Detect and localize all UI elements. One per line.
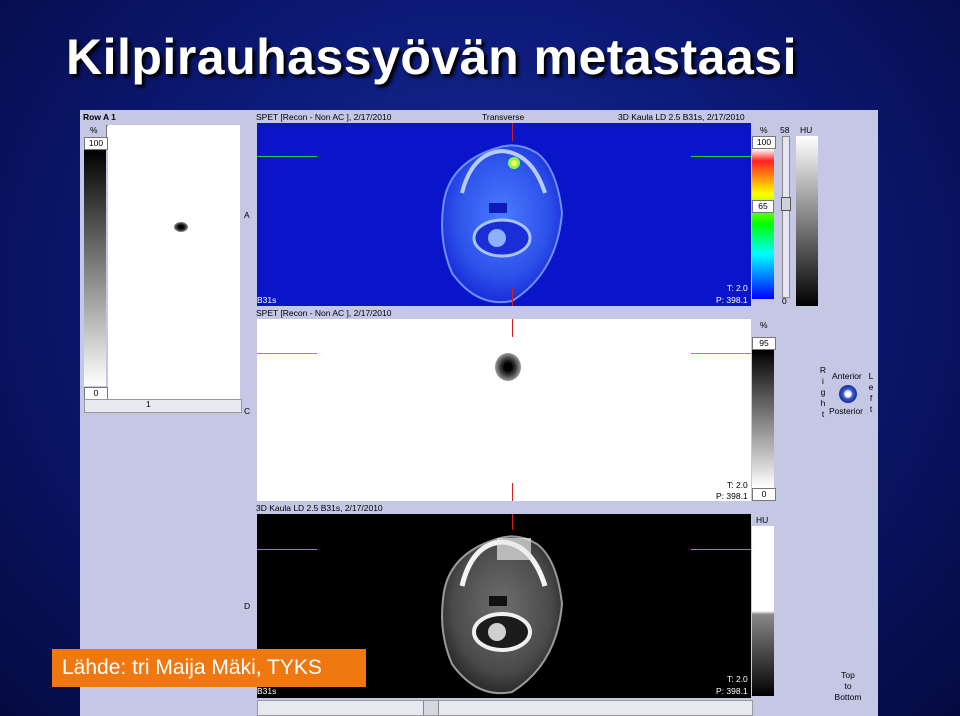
fusion-crosshair-right bbox=[691, 156, 751, 157]
mip-hotspot bbox=[174, 222, 188, 232]
ct-crosshair-left bbox=[257, 549, 317, 550]
medical-image-viewer: Row A 1 % 8 100 0 1 A C D SPET [Recon - … bbox=[80, 110, 878, 716]
spect-t-value: T: 2.0 bbox=[727, 480, 748, 490]
fusion-pct-mid[interactable]: 65 bbox=[752, 200, 774, 213]
label-d: D bbox=[244, 601, 251, 611]
fusion-blend-thumb[interactable] bbox=[781, 197, 791, 211]
ct-hu-bar[interactable] bbox=[752, 526, 774, 696]
spect-grayscale-bar[interactable] bbox=[752, 350, 774, 488]
fusion-crosshair-left bbox=[257, 156, 317, 157]
ct-t-value: T: 2.0 bbox=[727, 674, 748, 684]
fusion-hu-bar[interactable] bbox=[796, 136, 818, 306]
orientation-anterior: Anterior bbox=[832, 371, 862, 381]
orientation-left-label: L e f t bbox=[868, 371, 874, 414]
spect-pct-top[interactable]: 95 bbox=[752, 337, 776, 350]
fusion-hu-bottom: 0 bbox=[782, 296, 787, 306]
fusion-crosshair-top bbox=[512, 123, 513, 141]
orientation-right-label: R i g h t bbox=[819, 365, 827, 419]
spect-crosshair-top bbox=[512, 319, 513, 337]
mip-bottom-tick: 1 bbox=[146, 399, 151, 409]
fusion-ratio-value: 58 bbox=[780, 125, 790, 135]
spect-p-value: P: 398.1 bbox=[716, 491, 748, 501]
label-a: A bbox=[244, 210, 250, 220]
mip-scale-unit: % bbox=[90, 125, 98, 135]
ct-hu-label: HU bbox=[756, 515, 769, 525]
slide-title: Kilpirauhassyövän metastaasi bbox=[66, 29, 797, 85]
ct-scroll-thumb[interactable] bbox=[423, 701, 439, 715]
fusion-pct-top[interactable]: 100 bbox=[752, 136, 776, 149]
fusion-corner-label: B31s bbox=[257, 295, 277, 305]
fusion-image[interactable]: T: 2.0 P: 398.1 bbox=[257, 123, 751, 306]
spect-crosshair-right bbox=[691, 353, 751, 354]
ct-crosshair-top bbox=[512, 514, 513, 530]
ct-scrollbar[interactable] bbox=[257, 700, 753, 716]
orientation-head-icon[interactable] bbox=[839, 385, 857, 403]
source-credit: Lähde: tri Maija Mäki, TYKS bbox=[52, 649, 366, 687]
fusion-left-header: SPET [Recon - Non AC ], 2/17/2010 bbox=[256, 112, 392, 122]
orientation-posterior: Posterior bbox=[829, 406, 864, 416]
ct-header: 3D Kaula LD 2.5 B31s, 2/17/2010 bbox=[256, 503, 383, 513]
mip-header: Row A 1 bbox=[83, 112, 116, 122]
fusion-crosshair-bottom bbox=[512, 288, 513, 306]
mip-image[interactable] bbox=[108, 125, 240, 399]
spect-hotspot bbox=[495, 353, 521, 381]
fusion-blend-slider[interactable] bbox=[781, 136, 791, 298]
fusion-pct-label: % bbox=[760, 125, 768, 135]
fusion-center-header: Transverse bbox=[482, 112, 525, 122]
fusion-scan bbox=[441, 144, 564, 304]
mip-scale-top[interactable]: 100 bbox=[84, 137, 108, 150]
spect-image[interactable]: T: 2.0 P: 398.1 bbox=[257, 319, 751, 501]
ct-corner-label: B31s bbox=[257, 686, 277, 696]
mip-grayscale-bar[interactable] bbox=[84, 150, 106, 386]
fusion-color-bar[interactable] bbox=[752, 149, 774, 299]
fusion-hu-label: HU bbox=[800, 125, 813, 135]
spect-pct-label: % bbox=[760, 320, 768, 330]
spect-crosshair-left bbox=[257, 353, 317, 354]
mip-scrollbar[interactable] bbox=[84, 399, 242, 413]
fusion-right-header: 3D Kaula LD 2.5 B31s, 2/17/2010 bbox=[618, 112, 745, 122]
fusion-t-value: T: 2.0 bbox=[727, 283, 748, 293]
spect-pct-bottom[interactable]: 0 bbox=[752, 488, 776, 501]
fusion-p-value: P: 398.1 bbox=[716, 295, 748, 305]
orientation-top-to-bottom: Top to Bottom bbox=[834, 670, 862, 702]
label-c: C bbox=[244, 406, 251, 416]
ct-p-value: P: 398.1 bbox=[716, 686, 748, 696]
spect-header: SPET [Recon - Non AC ], 2/17/2010 bbox=[256, 308, 392, 318]
spect-crosshair-bottom bbox=[512, 483, 513, 501]
ct-crosshair-right bbox=[691, 549, 751, 550]
